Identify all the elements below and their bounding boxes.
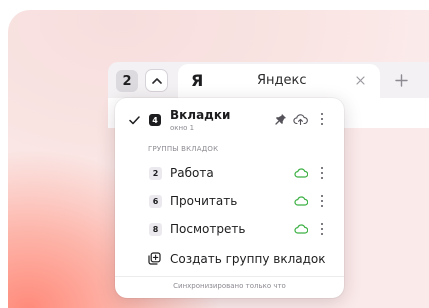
create-group-label: Создать группу вкладок	[170, 252, 326, 266]
section-title: ГРУППЫ ВКЛАДОК	[148, 145, 219, 153]
group-count-badge: 6	[149, 195, 162, 208]
group-row-work[interactable]: 2 Работа	[115, 162, 344, 184]
cloud-upload-icon[interactable]	[293, 113, 308, 125]
cloud-icon	[294, 168, 308, 178]
tab-counter-label: 2	[122, 73, 132, 89]
window-title: Вкладки	[170, 108, 231, 122]
tab-counter-button[interactable]: 2	[116, 70, 138, 92]
create-group-button[interactable]: Создать группу вкладок	[115, 248, 344, 270]
close-icon	[355, 75, 365, 85]
group-name: Посмотреть	[170, 222, 246, 236]
plus-icon	[394, 73, 408, 87]
group-name: Работа	[170, 166, 214, 180]
tab-title: Яндекс	[257, 73, 307, 88]
menu-divider	[115, 276, 344, 277]
group-count-badge: 2	[149, 167, 162, 180]
kebab-icon[interactable]	[320, 195, 324, 207]
cloud-icon	[294, 196, 308, 206]
window-tab-count-badge: 4	[149, 114, 161, 126]
pin-icon[interactable]	[275, 113, 287, 125]
chevron-up-icon	[151, 78, 162, 84]
group-name: Прочитать	[170, 194, 238, 208]
tab-groups-menu: 4 Вкладки окно 1 ГРУППЫ ВКЛАДОК 2 Работа…	[115, 98, 344, 298]
yandex-logo: Я	[191, 71, 204, 90]
group-count: 6	[152, 197, 159, 206]
group-count: 2	[152, 169, 159, 178]
group-row-read[interactable]: 6 Прочитать	[115, 190, 344, 212]
group-count-badge: 8	[149, 223, 162, 236]
new-tab-button[interactable]	[392, 71, 410, 89]
sync-status: Синхронизировано только что	[173, 282, 286, 290]
window-subtitle: окно 1	[170, 124, 195, 132]
tab-close-button[interactable]	[353, 73, 367, 87]
window-tab-count: 4	[152, 115, 158, 125]
new-group-icon	[148, 252, 161, 265]
check-icon	[129, 116, 140, 125]
group-count: 8	[152, 225, 159, 234]
collapse-tabs-button[interactable]	[145, 69, 168, 92]
kebab-icon[interactable]	[320, 223, 324, 235]
current-window-row[interactable]: 4 Вкладки окно 1	[115, 104, 344, 138]
kebab-icon[interactable]	[320, 167, 324, 179]
cloud-icon	[294, 224, 308, 234]
group-row-watch[interactable]: 8 Посмотреть	[115, 218, 344, 240]
kebab-icon[interactable]	[320, 113, 324, 125]
